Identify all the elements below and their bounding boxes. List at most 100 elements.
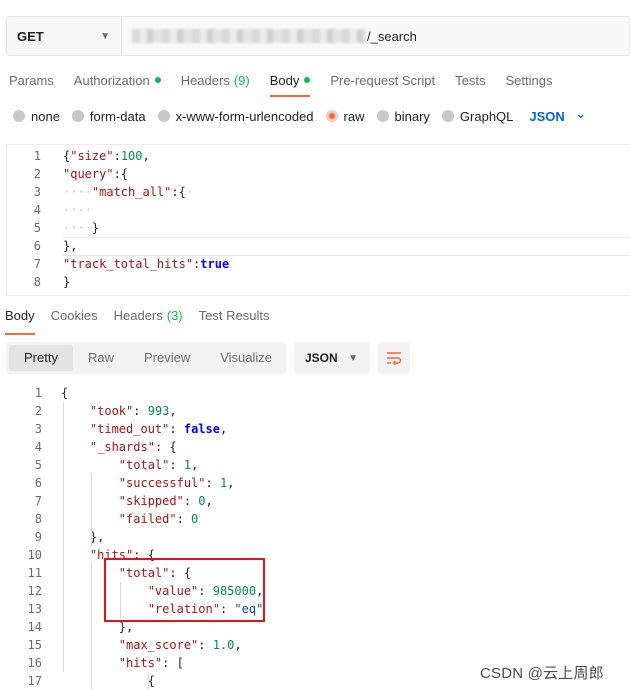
line-number: 2 [34,404,42,418]
http-method-select[interactable]: GET ▼ [7,17,122,55]
code-text: "skipped": 0, [118,494,213,508]
chevron-down-icon: ⌄ [574,104,587,121]
code-line: 8} [7,273,630,291]
code-line: 7 "skipped": 0, [6,492,630,510]
code-text: { [61,674,155,688]
indent-guide [148,672,149,690]
code-line: 14 }, [6,618,630,636]
code-text: {"size":100, [63,149,150,163]
indent-guide [91,474,92,546]
code-text: "max_score": 1.0, [118,638,242,652]
radio-label: raw [343,108,365,124]
code-line: 4 "_shards": { [6,438,630,456]
code-text: "failed": 0 [118,512,199,526]
response-body-viewer[interactable]: 1{2 "took": 993, 3 "timed_out": false, 4 "… [6,384,630,690]
tab-headers[interactable]: Headers (9) [181,70,250,90]
tab-tests[interactable]: Tests [455,70,485,90]
tab-label: Pre-request Script [330,72,436,88]
radio-form-data[interactable]: form-data [71,108,146,124]
status-dot-icon [304,77,311,83]
response-tab-headers[interactable]: Headers (3) [114,308,183,330]
wrap-lines-button[interactable] [378,342,410,374]
response-format-label: JSON [305,351,338,365]
line-number: 17 [27,674,42,688]
radio-binary[interactable]: binary [376,109,430,124]
line-number: 5 [34,458,42,472]
code-text: "successful": 1, [118,476,235,490]
view-mode-raw[interactable]: Raw [73,345,129,371]
code-line: 1{ [6,384,630,402]
body-type-options: none form-data x-www-form-urlencoded raw bin… [13,105,587,126]
tab-pre-request-script[interactable]: Pre-request Script [330,70,435,90]
radio-circle-icon [157,110,170,122]
tab-label: Headers [180,72,230,88]
line-number: 15 [27,638,42,652]
radio-raw[interactable]: raw [325,108,365,124]
body-language-select[interactable]: JSON ⌄ [529,105,586,124]
code-line: 12 "value": 985000, [6,582,630,600]
request-body-editor[interactable]: 1 {"size":100, 2 "query":{3 ····"match_all":… [6,144,630,296]
code-line: 15 "max_score": 1.0, [6,636,630,654]
line-number: 1 [34,386,42,400]
response-tab-test-results[interactable]: Test Results [199,308,270,330]
code-text: } [63,275,71,289]
radio-label: x-www-form-urlencoded [175,108,314,124]
response-tab-body[interactable]: Body [5,308,35,335]
tab-authorization[interactable]: Authorization [74,70,161,90]
line-number: 16 [27,656,42,670]
radio-circle-icon [71,110,84,122]
url-input[interactable]: /_search [122,17,629,55]
chevron-down-icon: ▼ [348,352,358,364]
code-text: "took": 993, [89,404,177,418]
code-text: "total": 1, [118,458,199,472]
view-mode-preview[interactable]: Preview [129,345,205,371]
tab-count-badge: (3) [166,308,183,323]
view-mode-visualize[interactable]: Visualize [205,345,287,371]
status-dot-icon [154,77,161,83]
tab-label: Authorization [73,72,150,88]
code-text: { [61,386,69,400]
code-line: 11 "total": { [6,564,630,582]
body-language-label: JSON [529,108,565,124]
response-tabs: Body Cookies Headers (3) Test Results [5,308,285,335]
active-line-border [63,237,630,238]
tab-params[interactable]: Params [9,70,54,90]
tab-settings[interactable]: Settings [505,70,552,90]
code-line: 1 {"size":100, [7,147,630,165]
code-text: "query":{ [63,167,129,181]
tab-label: Cookies [50,308,98,323]
tab-label: Tests [455,72,486,88]
code-text: "_shards": { [89,440,177,454]
radio-none[interactable]: none [13,109,60,124]
response-format-select[interactable]: JSON ▼ [294,342,370,374]
line-number: 8 [34,512,42,526]
indent-guide [63,402,64,672]
line-number: 1 [33,149,41,163]
radio-label: GraphQL [459,108,514,124]
line-number: 9 [34,530,42,544]
request-url-bar: GET ▼ /_search [6,16,630,56]
radio-circle-icon [13,110,25,122]
request-tabs: Params Authorization Headers (9) Body Pre-req… [9,70,572,97]
response-tab-cookies[interactable]: Cookies [51,308,98,330]
code-line: 7 "track_total_hits":true [7,255,630,273]
hits-total-highlight-box [104,558,265,622]
tab-label: Headers [113,308,163,323]
http-method-label: GET [17,28,44,44]
code-line: 5 ····} [7,219,630,237]
tab-body[interactable]: Body [269,70,311,97]
code-text: }, [63,239,78,253]
radio-label: form-data [89,108,146,124]
line-number: 13 [27,602,42,616]
radio-x-www-form-urlencoded[interactable]: x-www-form-urlencoded [157,108,314,124]
tab-label: Body [5,308,35,323]
line-number: 7 [33,257,41,271]
line-number: 12 [27,584,42,598]
tab-label: Test Results [198,308,270,323]
radio-graphql[interactable]: GraphQL [441,108,514,124]
code-line: 3 "timed_out": false, [6,420,630,438]
tab-label: Params [9,72,54,88]
line-number: 10 [27,548,42,562]
view-mode-pretty[interactable]: Pretty [9,345,73,371]
line-number: 7 [34,494,42,508]
